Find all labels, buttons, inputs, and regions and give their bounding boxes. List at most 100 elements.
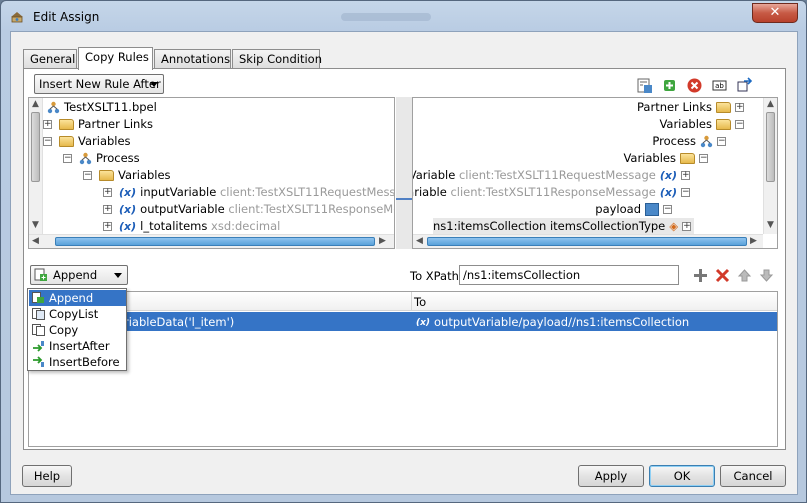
to-xpath-label: To XPath:: [410, 269, 463, 283]
cancel-button[interactable]: Cancel: [720, 465, 786, 487]
scroll-left-icon[interactable]: ◀: [32, 236, 39, 246]
scroll-up-icon[interactable]: ▲: [32, 99, 39, 109]
variable-icon: (x): [659, 169, 677, 182]
target-vertical-scrollbar[interactable]: ▲ ▼: [763, 98, 777, 234]
copy-operation-menu: Append CopyList Copy InsertAfter InsertB…: [27, 288, 127, 371]
source-vertical-scrollbar[interactable]: ▲ ▼: [29, 98, 43, 234]
copylist-icon: [32, 308, 45, 320]
menu-item-copy[interactable]: Copy: [29, 322, 126, 338]
tab-copy-rules[interactable]: Copy Rules: [78, 47, 153, 70]
variable-icon: (x): [119, 203, 137, 216]
tab-general[interactable]: General: [23, 49, 77, 69]
scroll-thumb[interactable]: [766, 112, 775, 182]
column-header-to[interactable]: To: [414, 295, 426, 309]
scroll-left-icon[interactable]: ◀: [416, 236, 423, 246]
expand-icon[interactable]: +: [103, 205, 112, 214]
source-variable-tree[interactable]: TestXSLT11.bpel + Partner Links − Variable…: [28, 97, 395, 249]
collapse-icon[interactable]: −: [699, 154, 708, 163]
xpath-variable-icon: (x): [416, 318, 430, 328]
table-row[interactable]: riableData('l_item') (x) outputVariable/…: [29, 312, 777, 331]
tree-node-input-variable[interactable]: + (x) inputVariable client:TestXSLT11Reque…: [103, 184, 394, 201]
collapse-icon[interactable]: −: [717, 137, 726, 146]
tree-node-partner-links[interactable]: Partner Links +: [637, 99, 747, 116]
append-icon: [34, 268, 47, 281]
collapse-icon[interactable]: −: [663, 205, 672, 214]
tree-node-output-variable[interactable]: outputVariable client:TestXSLT11Response…: [413, 184, 693, 201]
scroll-thumb[interactable]: [31, 112, 40, 182]
scroll-down-icon[interactable]: ▼: [32, 220, 39, 230]
copy-operation-select[interactable]: Append: [30, 265, 128, 285]
tree-node-process[interactable]: − Process: [63, 150, 140, 167]
tab-annotations[interactable]: Annotations: [154, 49, 231, 69]
tree-node-items-collection[interactable]: ns1:itemsCollection itemsCollectionType ◈…: [433, 218, 695, 235]
move-up-icon[interactable]: [736, 267, 753, 284]
menu-item-insertbefore[interactable]: InsertBefore: [29, 354, 126, 370]
copy-rules-table[interactable]: To riableData('l_item') (x) outputVariab…: [28, 291, 778, 447]
add-rule-icon[interactable]: [692, 267, 709, 284]
target-horizontal-scrollbar[interactable]: ◀ ▶: [413, 234, 763, 248]
move-down-icon[interactable]: [758, 267, 775, 284]
folder-icon: [716, 102, 731, 113]
scroll-thumb[interactable]: [427, 237, 747, 246]
process-icon: [700, 135, 713, 148]
tree-node-bpel[interactable]: TestXSLT11.bpel: [43, 99, 157, 116]
tree-node-process[interactable]: Process −: [652, 133, 729, 150]
tree-node-l-totalitems[interactable]: + (x) l_totalitems xsd:decimal: [103, 218, 280, 235]
collapse-icon[interactable]: −: [735, 120, 744, 129]
title-bar[interactable]: Edit Assign ✕: [1, 1, 806, 31]
menu-item-append[interactable]: Append: [29, 290, 126, 306]
delete-rule-icon[interactable]: [714, 267, 731, 284]
scroll-down-icon[interactable]: ▼: [767, 220, 774, 230]
to-xpath-input[interactable]: /ns1:itemsCollection: [459, 265, 679, 285]
expand-icon[interactable]: +: [43, 120, 52, 129]
scroll-thumb[interactable]: [55, 237, 375, 246]
folder-open-icon: [716, 119, 731, 130]
rule-from-cell[interactable]: riableData('l_item'): [124, 315, 234, 329]
close-button[interactable]: ✕: [752, 3, 798, 23]
tree-node-process-variables[interactable]: Variables −: [623, 150, 711, 167]
collapse-icon[interactable]: −: [63, 154, 72, 163]
scroll-right-icon[interactable]: ▶: [750, 236, 757, 246]
tree-node-output-variable[interactable]: + (x) outputVariable client:TestXSLT11Resp…: [103, 201, 394, 218]
menu-item-insertafter[interactable]: InsertAfter: [29, 338, 126, 354]
expand-icon[interactable]: +: [103, 222, 112, 231]
menu-item-copylist[interactable]: CopyList: [29, 306, 126, 322]
variable-icon: (x): [119, 220, 137, 233]
tree-node-variables[interactable]: Variables −: [659, 116, 747, 133]
ok-button[interactable]: OK: [649, 465, 715, 487]
literal-icon[interactable]: ab: [711, 77, 728, 94]
copy-rules-panel: Insert New Rule After ab TestXSLT11.bpel…: [23, 68, 786, 450]
tree-node-variables[interactable]: − Variables: [43, 133, 131, 150]
tree-node-payload[interactable]: payload −: [595, 201, 675, 218]
collapse-icon[interactable]: −: [43, 137, 52, 146]
expand-icon[interactable]: +: [681, 171, 690, 180]
expression-builder-icon[interactable]: [661, 77, 678, 94]
rule-insert-mode-value: Insert New Rule After: [39, 77, 161, 91]
rule-to-cell[interactable]: outputVariable/payload//ns1:itemsCollect…: [434, 315, 689, 329]
target-variable-tree[interactable]: Partner Links + Variables − Process − Varia…: [412, 97, 778, 249]
expand-icon[interactable]: +: [682, 222, 692, 231]
move-icon[interactable]: [736, 77, 753, 94]
tree-node-partner-links[interactable]: + Partner Links: [43, 116, 153, 133]
chevron-down-icon: [150, 82, 158, 87]
delete-icon[interactable]: [686, 77, 703, 94]
rule-insert-mode-select[interactable]: Insert New Rule After: [34, 74, 164, 94]
folder-icon: [59, 119, 74, 130]
mapping-splitter[interactable]: [396, 97, 412, 249]
source-horizontal-scrollbar[interactable]: ◀ ▶: [29, 234, 394, 248]
tree-node-process-variables[interactable]: − Variables: [83, 167, 171, 184]
scroll-up-icon[interactable]: ▲: [767, 99, 774, 109]
collapse-icon[interactable]: −: [681, 188, 690, 197]
collapse-icon[interactable]: −: [83, 171, 92, 180]
expand-icon[interactable]: +: [103, 188, 112, 197]
complex-type-icon: ◈: [669, 219, 679, 233]
help-button[interactable]: Help: [22, 465, 72, 487]
dialog-body: General Copy Rules Annotations Skip Cond…: [10, 31, 798, 495]
xsl-transform-icon[interactable]: [636, 77, 653, 94]
scroll-right-icon[interactable]: ▶: [379, 236, 386, 246]
apply-button[interactable]: Apply: [578, 465, 644, 487]
tree-node-input-variable[interactable]: inputVariable client:TestXSLT11RequestMe…: [413, 167, 693, 184]
folder-open-icon: [99, 170, 114, 181]
tab-skip-condition[interactable]: Skip Condition: [232, 49, 322, 69]
expand-icon[interactable]: +: [735, 103, 744, 112]
